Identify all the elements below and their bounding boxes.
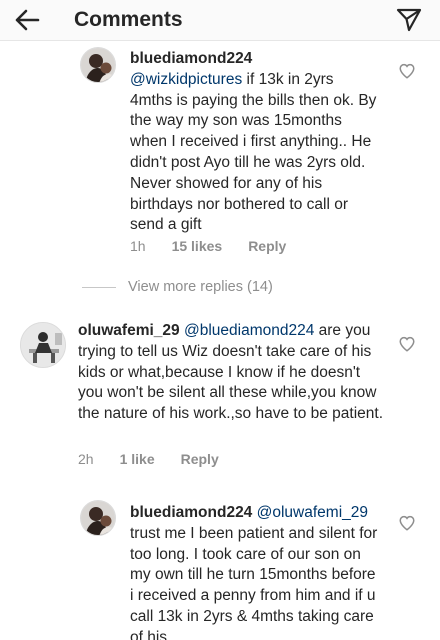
comment-mention[interactable]: @wizkidpictures (130, 71, 242, 88)
comment-likes[interactable]: 1 like (120, 451, 155, 467)
comment-meta: 1h 15 likes Reply (130, 238, 286, 254)
avatar[interactable] (20, 322, 66, 368)
comment-username[interactable]: oluwafemi_29 (78, 322, 180, 339)
heart-icon (399, 63, 415, 79)
send-button[interactable] (394, 5, 424, 35)
like-button[interactable] (398, 335, 416, 353)
avatar[interactable] (80, 47, 116, 83)
like-button[interactable] (398, 62, 416, 80)
comment-mention[interactable]: @bluediamond224 (184, 322, 314, 339)
avatar-photo-icon (21, 323, 65, 367)
reply-button[interactable]: Reply (248, 238, 286, 254)
comment-username[interactable]: bluediamond224 (130, 504, 252, 521)
page-title: Comments (74, 8, 183, 31)
comment-text: oluwafemi_29 @bluediamond224 are you try… (78, 321, 388, 425)
view-more-line (82, 286, 116, 288)
like-button[interactable] (398, 514, 416, 532)
comment-username[interactable]: bluediamond224 (130, 50, 252, 67)
comment-text: bluediamond224 @wizkidpictures if 13k in… (130, 49, 378, 236)
comment-likes[interactable]: 15 likes (172, 238, 223, 254)
heart-icon (399, 336, 415, 352)
comment-body: if 13k in 2yrs 4mths is paying the bills… (130, 70, 377, 234)
arrow-left-icon (15, 9, 40, 31)
reply-button[interactable]: Reply (181, 451, 219, 467)
view-more-label: View more replies (14) (128, 279, 273, 295)
view-more-replies[interactable]: View more replies (14) (82, 279, 273, 295)
back-button[interactable] (12, 6, 42, 34)
comment-timestamp: 2h (78, 451, 94, 467)
header-divider (0, 40, 440, 41)
comment-body: trust me I been patient and silent for t… (130, 524, 378, 640)
comment-meta: 2h 1 like Reply (78, 451, 219, 467)
heart-icon (399, 515, 415, 531)
comment-mention[interactable]: @oluwafemi_29 (257, 504, 368, 521)
comment-text: bluediamond224 @oluwafemi_29 trust me I … (130, 503, 378, 640)
send-icon (396, 8, 422, 32)
avatar-photo-icon (81, 48, 115, 82)
header-bar: Comments (0, 0, 440, 40)
comment-timestamp: 1h (130, 238, 146, 254)
avatar[interactable] (80, 500, 116, 536)
avatar-photo-icon (81, 501, 115, 535)
